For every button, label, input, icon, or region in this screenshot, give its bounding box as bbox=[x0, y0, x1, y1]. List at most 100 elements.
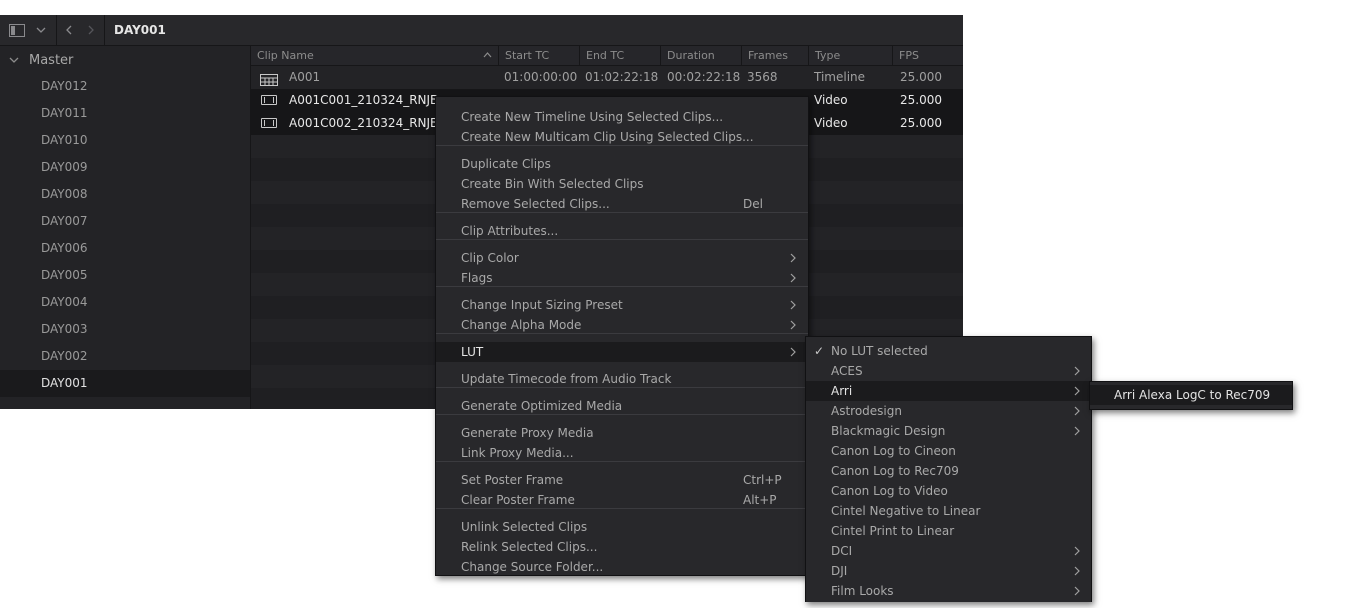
menu-item-label: Set Poster Frame bbox=[461, 473, 564, 487]
sidebar-item-master[interactable]: Master bbox=[0, 46, 250, 76]
menu-item-clip-attributes[interactable]: Clip Attributes... bbox=[436, 221, 808, 241]
lut-item-no-lut-selected[interactable]: ✓ No LUT selected bbox=[806, 341, 1091, 361]
lut-item-canon-log-to-video[interactable]: Canon Log to Video bbox=[806, 481, 1091, 501]
menu-item-label: Duplicate Clips bbox=[461, 157, 551, 171]
sidebar-item-day009[interactable]: DAY009 bbox=[0, 154, 250, 181]
lut-submenu: ✓ No LUT selected ACES Arri Astrodesign Black… bbox=[805, 336, 1092, 602]
sidebar-item-day010[interactable]: DAY010 bbox=[0, 127, 250, 154]
lut-item-canon-log-to-cineon[interactable]: Canon Log to Cineon bbox=[806, 441, 1091, 461]
lut-item-film-looks[interactable]: Film Looks bbox=[806, 581, 1091, 601]
menu-item-create-bin-with-selected-clips[interactable]: Create Bin With Selected Clips bbox=[436, 174, 808, 194]
menu-item-label: ACES bbox=[831, 364, 863, 378]
menu-item-label: Link Proxy Media... bbox=[461, 446, 574, 460]
menu-item-create-new-timeline-using-selected-clips[interactable]: Create New Timeline Using Selected Clips… bbox=[436, 107, 808, 127]
clip-name-cell: A001C002_210324_RNJB.m bbox=[289, 116, 454, 130]
chevron-right-icon bbox=[790, 315, 796, 342]
lut-item-blackmagic-design[interactable]: Blackmagic Design bbox=[806, 421, 1091, 441]
sidebar-item-label: DAY002 bbox=[41, 349, 88, 363]
column-clip-name[interactable]: Clip Name bbox=[251, 46, 498, 65]
lut-item-arri[interactable]: Arri bbox=[806, 381, 1091, 401]
table-row[interactable]: A001 01:00:00:00 01:02:22:18 00:02:22:18 356… bbox=[251, 66, 963, 89]
menu-item-change-alpha-mode[interactable]: Change Alpha Mode bbox=[436, 315, 808, 335]
sidebar-item-day012[interactable]: DAY012 bbox=[0, 73, 250, 100]
sidebar-item-day011[interactable]: DAY011 bbox=[0, 100, 250, 127]
lut-item-astrodesign[interactable]: Astrodesign bbox=[806, 401, 1091, 421]
cell-fps: 25.000 bbox=[900, 93, 942, 107]
menu-item-label: Arri Alexa LogC to Rec709 bbox=[1114, 388, 1271, 402]
menu-item-create-new-multicam-clip-using-selected-clips[interactable]: Create New Multicam Clip Using Selected … bbox=[436, 127, 808, 147]
menu-item-label: Canon Log to Video bbox=[831, 484, 948, 498]
sidebar-item-day004[interactable]: DAY004 bbox=[0, 289, 250, 316]
sidebar-item-day001[interactable]: DAY001 bbox=[0, 370, 250, 397]
sidebar-item-label: DAY012 bbox=[41, 79, 88, 93]
menu-item-flags[interactable]: Flags bbox=[436, 268, 808, 288]
menu-item-link-proxy-media[interactable]: Link Proxy Media... bbox=[436, 443, 808, 463]
current-bin-title: DAY001 bbox=[114, 23, 166, 37]
column-duration[interactable]: Duration bbox=[660, 46, 741, 65]
menu-item-label: Unlink Selected Clips bbox=[461, 520, 588, 534]
lut-item-cintel-negative-to-linear[interactable]: Cintel Negative to Linear bbox=[806, 501, 1091, 521]
lut-item-canon-log-to-rec709[interactable]: Canon Log to Rec709 bbox=[806, 461, 1091, 481]
sort-ascending-icon bbox=[483, 52, 492, 58]
menu-item-change-input-sizing-preset[interactable]: Change Input Sizing Preset bbox=[436, 295, 808, 315]
sidebar-item-label: DAY001 bbox=[41, 376, 88, 390]
arri-item-alexa-logc-to-rec709[interactable]: Arri Alexa LogC to Rec709 bbox=[1090, 385, 1292, 405]
menu-item-relink-selected-clips[interactable]: Relink Selected Clips... bbox=[436, 537, 808, 557]
sidebar-item-label: DAY005 bbox=[41, 268, 88, 282]
menu-item-clear-poster-frame[interactable]: Clear Poster Frame Alt+P bbox=[436, 490, 808, 510]
sidebar-item-day007[interactable]: DAY007 bbox=[0, 208, 250, 235]
cell-end-tc: 01:02:22:18 bbox=[585, 70, 659, 84]
video-clip-icon bbox=[261, 95, 277, 105]
menu-item-remove-selected-clips[interactable]: Remove Selected Clips... Del bbox=[436, 194, 808, 214]
sidebar-item-label: DAY004 bbox=[41, 295, 88, 309]
lut-item-dji[interactable]: DJI bbox=[806, 561, 1091, 581]
menu-item-label: Change Input Sizing Preset bbox=[461, 298, 623, 312]
menu-item-duplicate-clips[interactable]: Duplicate Clips bbox=[436, 154, 808, 174]
forward-arrow-icon[interactable] bbox=[82, 15, 100, 45]
menu-item-change-source-folder[interactable]: Change Source Folder... bbox=[436, 557, 808, 577]
video-clip-icon bbox=[261, 118, 277, 128]
sidebar-toggle-icon[interactable] bbox=[4, 15, 30, 45]
menu-item-label: Change Alpha Mode bbox=[461, 318, 582, 332]
column-fps-label: FPS bbox=[899, 49, 919, 62]
chevron-right-icon bbox=[790, 268, 796, 295]
bin-sidebar: Master DAY012 DAY011 DAY010 DAY009 DAY008 DAY… bbox=[0, 46, 251, 409]
menu-item-generate-optimized-media[interactable]: Generate Optimized Media bbox=[436, 396, 808, 416]
checkmark-icon: ✓ bbox=[814, 344, 825, 358]
column-fps[interactable]: FPS bbox=[892, 46, 963, 65]
menu-item-clip-color[interactable]: Clip Color bbox=[436, 248, 808, 268]
menu-item-label: Generate Optimized Media bbox=[461, 399, 623, 413]
menu-item-label: DJI bbox=[831, 564, 848, 578]
sidebar-item-label: DAY007 bbox=[41, 214, 88, 228]
menu-item-unlink-selected-clips[interactable]: Unlink Selected Clips bbox=[436, 517, 808, 537]
timeline-icon bbox=[260, 71, 278, 86]
menu-item-lut[interactable]: LUT bbox=[436, 342, 808, 362]
sidebar-item-day006[interactable]: DAY006 bbox=[0, 235, 250, 262]
column-duration-label: Duration bbox=[667, 49, 715, 62]
column-end-tc[interactable]: End TC bbox=[579, 46, 660, 65]
menu-item-update-timecode-from-audio-track[interactable]: Update Timecode from Audio Track bbox=[436, 369, 808, 389]
cell-type: Video bbox=[814, 93, 848, 107]
sidebar-item-day003[interactable]: DAY003 bbox=[0, 316, 250, 343]
sidebar-item-day008[interactable]: DAY008 bbox=[0, 181, 250, 208]
sidebar-item-day005[interactable]: DAY005 bbox=[0, 262, 250, 289]
menu-item-label: Arri bbox=[831, 384, 853, 398]
column-type[interactable]: Type bbox=[808, 46, 892, 65]
column-frames[interactable]: Frames bbox=[741, 46, 808, 65]
menu-item-set-poster-frame[interactable]: Set Poster Frame Ctrl+P bbox=[436, 470, 808, 490]
menu-item-generate-proxy-media[interactable]: Generate Proxy Media bbox=[436, 423, 808, 443]
lut-item-dci[interactable]: DCI bbox=[806, 541, 1091, 561]
menu-item-label: Cintel Negative to Linear bbox=[831, 504, 981, 518]
lut-item-cintel-print-to-linear[interactable]: Cintel Print to Linear bbox=[806, 521, 1091, 541]
column-header-row: Clip Name Start TC End TC Duration Frame… bbox=[251, 46, 963, 66]
column-start-tc[interactable]: Start TC bbox=[498, 46, 579, 65]
cell-type: Video bbox=[814, 116, 848, 130]
menu-item-label: Flags bbox=[461, 271, 493, 285]
sidebar-item-day002[interactable]: DAY002 bbox=[0, 343, 250, 370]
menu-item-label: DCI bbox=[831, 544, 853, 558]
back-arrow-icon[interactable] bbox=[60, 15, 78, 45]
chevron-down-icon[interactable] bbox=[32, 15, 50, 45]
lut-item-aces[interactable]: ACES bbox=[806, 361, 1091, 381]
menu-item-label: Update Timecode from Audio Track bbox=[461, 372, 672, 386]
sidebar-item-label: DAY003 bbox=[41, 322, 88, 336]
